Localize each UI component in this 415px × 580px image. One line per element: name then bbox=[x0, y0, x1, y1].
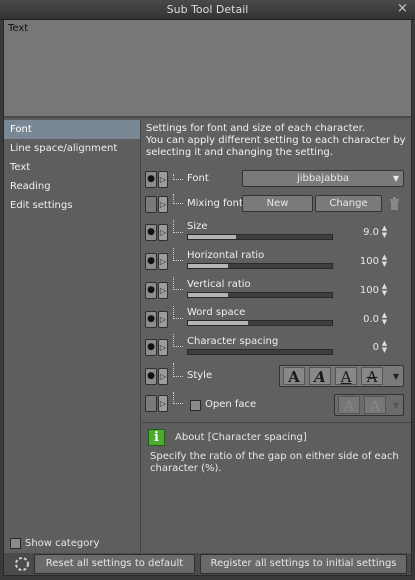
new-mixing-font-button[interactable]: New bbox=[242, 195, 313, 212]
tree-line bbox=[173, 392, 183, 404]
character-spacing-label: Character spacing bbox=[187, 336, 279, 347]
eye-icon[interactable]: ● bbox=[145, 171, 157, 188]
category-text[interactable]: Text bbox=[4, 158, 140, 177]
info-panel: i About [Character spacing] Specify the … bbox=[142, 422, 411, 553]
preview-text: Text bbox=[8, 23, 29, 34]
character-spacing-row: ● ▷ Character spacing 0 ▲ ▼ bbox=[142, 334, 411, 362]
size-label: Size bbox=[187, 221, 208, 232]
underline-style-button[interactable]: A bbox=[335, 367, 357, 386]
word-space-slider[interactable] bbox=[187, 320, 333, 326]
word-space-spinner-icon[interactable]: ▲ ▼ bbox=[380, 312, 389, 326]
font-select[interactable]: jibbajabba bbox=[242, 170, 404, 187]
eye-icon[interactable]: ● bbox=[145, 224, 157, 241]
horizontal-ratio-value[interactable]: 100 bbox=[339, 256, 379, 267]
reset-icon bbox=[15, 557, 29, 571]
vertical-ratio-spinner-icon[interactable]: ▲ ▼ bbox=[380, 283, 389, 297]
style-options: A A A A ▼ bbox=[279, 365, 404, 387]
tree-line bbox=[173, 306, 183, 319]
italic-style-button[interactable]: A bbox=[309, 367, 331, 386]
change-mixing-font-button[interactable]: Change bbox=[315, 195, 382, 212]
open-face-label: Open face bbox=[205, 399, 257, 410]
eye-icon[interactable] bbox=[145, 395, 157, 412]
vertical-ratio-slider[interactable] bbox=[187, 292, 333, 298]
expand-icon[interactable]: ▷ bbox=[158, 368, 168, 385]
reset-all-settings-button[interactable]: Reset all settings to default bbox=[34, 554, 195, 574]
eye-icon[interactable]: ● bbox=[145, 339, 157, 356]
mixing-font-row: ▷ Mixing font New Change bbox=[142, 194, 411, 222]
title-bar: Sub Tool Detail × bbox=[0, 0, 415, 20]
tree-line bbox=[173, 174, 183, 180]
window-title: Sub Tool Detail bbox=[166, 3, 249, 16]
info-text: Specify the ratio of the gap on either s… bbox=[150, 451, 399, 474]
character-spacing-spinner-icon[interactable]: ▲ ▼ bbox=[380, 340, 389, 354]
expand-icon[interactable]: ▷ bbox=[158, 395, 168, 412]
size-slider[interactable] bbox=[187, 234, 333, 240]
open-face-checkbox[interactable] bbox=[190, 400, 201, 411]
chevron-down-icon[interactable]: ▼ bbox=[393, 372, 399, 381]
open-face-row: ▷ Open face A A ▼ bbox=[142, 392, 411, 420]
mixing-font-label: Mixing font bbox=[187, 198, 243, 209]
open-face-options: A A ▼ bbox=[334, 394, 404, 416]
horizontal-ratio-label: Horizontal ratio bbox=[187, 250, 265, 261]
settings-description: Settings for font and size of each chara… bbox=[146, 123, 406, 158]
size-row: ● ▷ Size 9.0 ▲ ▼ bbox=[142, 220, 411, 248]
open-face-style-button[interactable]: A bbox=[338, 396, 360, 415]
style-label: Style bbox=[187, 370, 213, 381]
show-category-label: Show category bbox=[25, 538, 100, 549]
font-label: Font bbox=[187, 173, 209, 184]
category-font[interactable]: Font bbox=[4, 120, 140, 139]
eye-icon[interactable]: ● bbox=[145, 253, 157, 270]
vertical-ratio-label: Vertical ratio bbox=[187, 279, 251, 290]
eye-icon[interactable]: ● bbox=[145, 311, 157, 328]
word-space-label: Word space bbox=[187, 307, 246, 318]
style-row: ● ▷ Style A A A A ▼ bbox=[142, 363, 411, 391]
character-spacing-value[interactable]: 0 bbox=[339, 342, 379, 353]
vertical-ratio-value[interactable]: 100 bbox=[339, 285, 379, 296]
vertical-ratio-row: ● ▷ Vertical ratio 100 ▲ ▼ bbox=[142, 277, 411, 305]
word-space-row: ● ▷ Word space 0.0 ▲ ▼ bbox=[142, 306, 411, 334]
expand-icon[interactable]: ▷ bbox=[158, 311, 168, 328]
horizontal-ratio-slider[interactable] bbox=[187, 263, 333, 269]
trash-icon[interactable] bbox=[389, 197, 400, 211]
expand-icon[interactable]: ▷ bbox=[158, 339, 168, 356]
tree-line bbox=[173, 277, 183, 290]
text-preview: Text bbox=[4, 20, 411, 118]
font-row: ● ▷ Font jibbajabba bbox=[142, 168, 411, 196]
eye-icon[interactable]: ● bbox=[145, 282, 157, 299]
footer-bar: Reset all settings to default Register a… bbox=[4, 553, 411, 575]
expand-icon[interactable]: ▷ bbox=[158, 171, 168, 188]
horizontal-ratio-row: ● ▷ Horizontal ratio 100 ▲ ▼ bbox=[142, 248, 411, 276]
tree-line bbox=[173, 194, 183, 204]
chevron-down-icon[interactable]: ▼ bbox=[393, 401, 399, 410]
tree-line bbox=[173, 220, 183, 233]
horizontal-ratio-spinner-icon[interactable]: ▲ ▼ bbox=[380, 254, 389, 268]
eye-icon[interactable] bbox=[145, 196, 157, 213]
category-line-space[interactable]: Line space/alignment bbox=[4, 139, 140, 158]
expand-icon[interactable]: ▷ bbox=[158, 196, 168, 213]
category-reading[interactable]: Reading bbox=[4, 177, 140, 196]
bold-style-button[interactable]: A bbox=[283, 367, 305, 386]
settings-panel: Settings for font and size of each chara… bbox=[142, 120, 411, 553]
close-icon[interactable]: × bbox=[396, 2, 409, 16]
info-icon: i bbox=[148, 429, 165, 446]
strikethrough-style-button[interactable]: A bbox=[361, 367, 383, 386]
word-space-value[interactable]: 0.0 bbox=[339, 314, 379, 325]
info-title: About [Character spacing] bbox=[175, 432, 307, 443]
category-list: Font Line space/alignment Text Reading E… bbox=[4, 120, 141, 553]
tree-line bbox=[173, 363, 183, 377]
expand-icon[interactable]: ▷ bbox=[158, 253, 168, 270]
register-initial-settings-button[interactable]: Register all settings to initial setting… bbox=[200, 554, 407, 574]
character-spacing-slider[interactable] bbox=[187, 349, 333, 355]
tree-line bbox=[173, 334, 183, 347]
category-edit-settings[interactable]: Edit settings bbox=[4, 196, 140, 215]
show-category-toggle[interactable]: Show category bbox=[10, 538, 99, 549]
size-value[interactable]: 9.0 bbox=[339, 227, 379, 238]
tree-line bbox=[173, 248, 183, 261]
eye-icon[interactable]: ● bbox=[145, 368, 157, 385]
expand-icon[interactable]: ▷ bbox=[158, 224, 168, 241]
show-category-checkbox[interactable] bbox=[10, 538, 21, 549]
size-spinner-icon[interactable]: ▲ ▼ bbox=[380, 225, 389, 239]
open-face-style-button-2[interactable]: A bbox=[364, 396, 386, 415]
expand-icon[interactable]: ▷ bbox=[158, 282, 168, 299]
